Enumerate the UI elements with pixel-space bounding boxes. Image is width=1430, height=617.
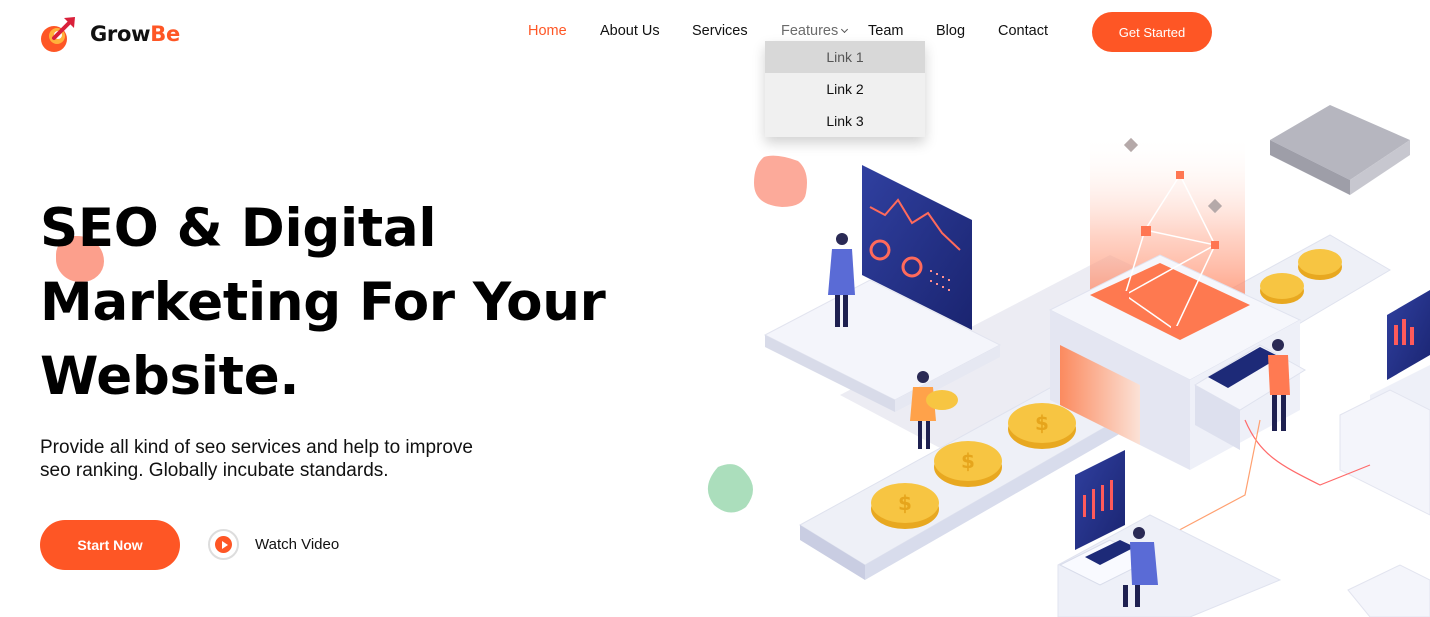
start-now-button[interactable]: Start Now <box>40 520 180 570</box>
gold-coin-icon <box>1260 273 1304 304</box>
dropdown-item-link-1[interactable]: Link 1 <box>765 41 925 73</box>
hero-title-line-3: Website. <box>40 346 300 407</box>
hero-subtitle: Provide all kind of seo services and hel… <box>40 436 540 482</box>
nav-home[interactable]: Home <box>528 23 567 39</box>
dropdown-item-link-2[interactable]: Link 2 <box>765 73 925 105</box>
hero-subtitle-line-2: seo ranking. Globally incubate standards… <box>40 460 389 481</box>
svg-text:$: $ <box>898 491 912 515</box>
seo-isometric-illustration: $ $ $ <box>707 105 1430 617</box>
nav-services[interactable]: Services <box>692 23 748 39</box>
svg-text:$: $ <box>1035 411 1049 435</box>
chevron-down-icon <box>841 25 849 34</box>
nav-about-us[interactable]: About Us <box>600 23 660 39</box>
play-button-inner <box>215 536 232 553</box>
svg-text:$: $ <box>961 449 975 473</box>
dropdown-item-link-3[interactable]: Link 3 <box>765 105 925 137</box>
main-nav: Home About Us Services Features Team Blo… <box>0 23 1430 43</box>
nav-features-label: Features <box>781 23 839 39</box>
hero-title-line-2: Marketing For Your <box>40 272 606 333</box>
gold-coin-icon <box>1298 249 1342 280</box>
features-dropdown-menu: Link 1 Link 2 Link 3 <box>765 41 925 137</box>
gold-coin-icon: $ <box>871 483 939 529</box>
nav-features[interactable]: Features <box>781 23 849 39</box>
watch-video-label: Watch Video <box>255 536 340 553</box>
nav-contact[interactable]: Contact <box>998 23 1048 39</box>
decor-blob-orange <box>754 155 807 207</box>
hero-subtitle-line-1: Provide all kind of seo services and hel… <box>40 437 474 458</box>
gold-coin-icon: $ <box>934 441 1002 487</box>
nav-team[interactable]: Team <box>868 23 903 39</box>
gold-coin-icon: $ <box>1008 403 1076 449</box>
get-started-button[interactable]: Get Started <box>1092 12 1212 52</box>
play-icon[interactable] <box>208 529 239 560</box>
decor-blob-green <box>707 464 753 513</box>
nav-blog[interactable]: Blog <box>936 23 965 39</box>
play-triangle-icon <box>221 540 228 549</box>
hero-title-line-1: SEO & Digital <box>40 198 437 259</box>
watch-video-link[interactable]: Watch Video <box>208 529 339 560</box>
hero-title: SEO & Digital Marketing For Your Website… <box>40 192 680 414</box>
right-chart-board <box>1387 290 1430 380</box>
